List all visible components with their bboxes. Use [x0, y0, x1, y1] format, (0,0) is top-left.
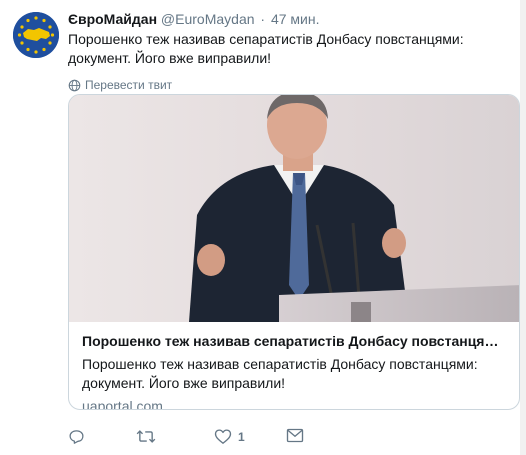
tweet-content: ЄвроМайдан @EuroMaydan · 47 мин. Порошен…	[68, 10, 518, 93]
retweet-button[interactable]	[136, 428, 156, 445]
direct-message-icon	[286, 428, 304, 443]
reply-button[interactable]	[68, 428, 85, 445]
tweet-text: Порошенко теж називав сепаратистів Донба…	[68, 31, 464, 66]
translate-label: Перевести твит	[85, 78, 173, 92]
globe-icon	[68, 79, 81, 91]
tweet-actions: 1	[68, 428, 368, 448]
author-avatar[interactable]	[13, 12, 59, 58]
card-body: Порошенко теж називав сепаратистів Донба…	[69, 322, 519, 409]
author-handle[interactable]: @EuroMaydan	[161, 11, 255, 27]
tweet[interactable]: ЄвроМайдан @EuroMaydan · 47 мин. Порошен…	[0, 0, 526, 455]
like-button[interactable]: 1	[214, 428, 245, 445]
reply-icon	[69, 430, 84, 444]
author-display-name[interactable]: ЄвроМайдан	[68, 11, 157, 27]
link-preview-card[interactable]: Порошенко теж називав сепаратистів Донба…	[68, 94, 520, 410]
avatar-euromaidan-icon	[13, 12, 59, 58]
card-description: Порошенко теж називав сепаратистів Донба…	[82, 356, 478, 391]
like-count: 1	[238, 429, 245, 444]
tweet-timestamp[interactable]: 47 мин.	[271, 11, 320, 27]
card-title[interactable]: Порошенко теж називав сепаратистів Донба…	[82, 332, 506, 351]
separator-dot: ·	[260, 11, 266, 27]
translate-tweet-link[interactable]: Перевести твит	[68, 77, 518, 93]
card-photo-speaker	[69, 95, 519, 322]
card-image	[69, 95, 519, 322]
vertical-scrollbar[interactable]	[520, 0, 526, 455]
tweet-header: ЄвроМайдан @EuroMaydan · 47 мин.	[68, 10, 518, 29]
retweet-icon	[136, 430, 156, 443]
heart-icon	[214, 429, 232, 444]
direct-message-button[interactable]	[286, 428, 304, 443]
card-domain[interactable]: uaportal.com	[82, 397, 506, 409]
